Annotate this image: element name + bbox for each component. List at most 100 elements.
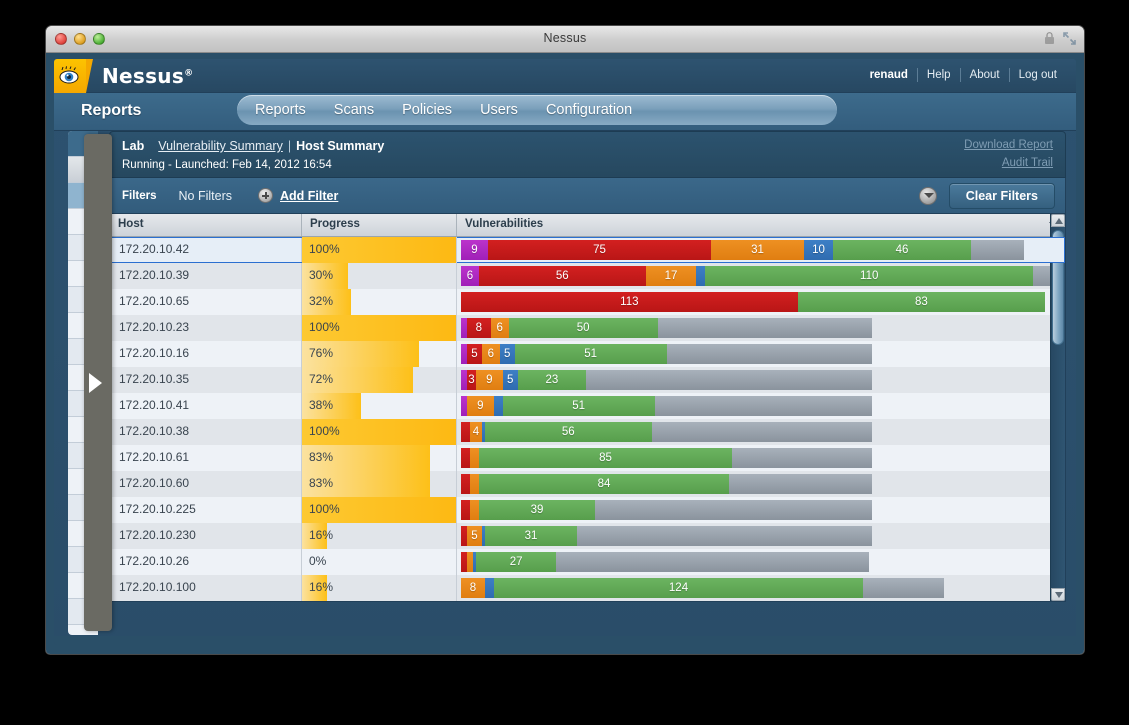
logout-link[interactable]: Log out	[1010, 69, 1066, 81]
vulnerability-segment-high[interactable]: 113	[461, 292, 798, 312]
vulnerability-segment-low[interactable]: 5	[502, 370, 518, 390]
audit-trail-link[interactable]: Audit Trail	[964, 157, 1053, 169]
vulnerability-segment-high[interactable]: 56	[478, 266, 646, 286]
table-row[interactable]: 172.20.10.41 38% 9 51	[110, 393, 1065, 419]
vulnerability-segment-high[interactable]	[461, 474, 470, 494]
vulnerability-segment-high[interactable]	[461, 448, 470, 468]
vulnerability-segment-open[interactable]	[586, 370, 873, 390]
vulnerability-segment-open[interactable]	[556, 552, 870, 572]
vulnerability-segment-high[interactable]: 8	[466, 318, 491, 338]
fullscreen-icon[interactable]	[1063, 32, 1076, 45]
breadcrumb-vulnerability-summary[interactable]: Vulnerability Summary	[158, 139, 283, 153]
clear-filters-button[interactable]: Clear Filters	[948, 183, 1055, 209]
vulnerability-segment-crit[interactable]: 6	[461, 266, 479, 286]
vulnerability-segment-info[interactable]: 83	[797, 292, 1046, 312]
table-row[interactable]: 172.20.10.230 16% 5 31	[110, 523, 1065, 549]
vulnerability-segment-info[interactable]: 110	[705, 266, 1034, 286]
vulnerability-segment-high[interactable]	[461, 500, 470, 520]
vulnerability-segment-low[interactable]	[696, 266, 706, 286]
vulnerability-segment-med[interactable]: 6	[490, 318, 509, 338]
table-row[interactable]: 172.20.10.100 16% 8 124	[110, 575, 1065, 601]
help-link[interactable]: Help	[918, 69, 960, 81]
vulnerability-segment-med[interactable]: 17	[645, 266, 697, 286]
progress-value: 72%	[309, 372, 334, 386]
vulnerability-segment-low[interactable]: 10	[803, 240, 834, 260]
collapsed-side-panel[interactable]	[68, 131, 113, 635]
vulnerability-segment-open[interactable]	[577, 526, 873, 546]
vulnerability-segment-med[interactable]	[469, 448, 479, 468]
vulnerability-segment-open[interactable]	[863, 578, 944, 598]
vulnerability-segment-open[interactable]	[729, 474, 873, 494]
vulnerability-segment-info[interactable]: 31	[484, 526, 578, 546]
vulnerability-segment-med[interactable]: 9	[466, 396, 494, 416]
table-row[interactable]: 172.20.10.65 32% 113 83	[110, 289, 1065, 315]
vulnerability-segment-info[interactable]: 56	[484, 422, 652, 442]
table-row[interactable]: 172.20.10.225 100% 39	[110, 497, 1065, 523]
vulnerability-bar: 84	[461, 474, 1051, 494]
cell-progress: 100%	[302, 315, 457, 341]
table-row[interactable]: 172.20.10.16 76% 5 6 5 51	[110, 341, 1065, 367]
table-row[interactable]: 172.20.10.39 30% 6 56 17 110	[110, 263, 1065, 289]
vulnerability-segment-low[interactable]	[484, 578, 494, 598]
vulnerability-segment-open[interactable]	[657, 318, 873, 338]
vulnerability-segment-med[interactable]: 5	[466, 526, 482, 546]
chevron-down-circle-icon[interactable]	[918, 187, 937, 205]
table-row[interactable]: 172.20.10.23 100% 8 6 50	[110, 315, 1065, 341]
vulnerability-segment-crit[interactable]: 9	[461, 240, 488, 260]
column-header-vulnerabilities[interactable]: Vulnerabilities	[457, 214, 1065, 236]
vulnerability-segment-info[interactable]: 85	[478, 448, 733, 468]
about-link[interactable]: About	[961, 69, 1009, 81]
column-header-host[interactable]: Host	[110, 214, 302, 236]
vulnerability-segment-high[interactable]	[461, 422, 470, 442]
download-report-link[interactable]: Download Report	[964, 139, 1053, 151]
table-row[interactable]: 172.20.10.35 72% 3 9 5 23	[110, 367, 1065, 393]
tab-scans[interactable]: Scans	[334, 102, 374, 118]
vulnerability-segment-high[interactable]: 5	[466, 344, 482, 364]
vulnerability-segment-med[interactable]	[469, 474, 479, 494]
table-row[interactable]: 172.20.10.26 0% 27	[110, 549, 1065, 575]
vulnerability-segment-med[interactable]: 9	[475, 370, 503, 390]
scroll-down-button[interactable]	[1051, 588, 1065, 601]
vulnerability-segment-info[interactable]: 51	[514, 344, 667, 364]
vulnerability-segment-low[interactable]: 5	[499, 344, 515, 364]
table-row[interactable]: 172.20.10.38 100% 4 56	[110, 419, 1065, 445]
vulnerability-segment-high[interactable]: 3	[466, 370, 476, 390]
vulnerability-segment-info[interactable]: 51	[502, 396, 655, 416]
vulnerability-segment-info[interactable]: 50	[508, 318, 658, 338]
add-filter-button[interactable]: Add Filter	[258, 188, 338, 203]
vulnerability-segment-low[interactable]	[493, 396, 503, 416]
segment-count: 3	[468, 374, 475, 386]
table-row[interactable]: 172.20.10.42 100% 9 75 31 10 46	[110, 237, 1065, 263]
vulnerability-segment-info[interactable]: 124	[493, 578, 864, 598]
vulnerability-segment-info[interactable]: 27	[475, 552, 557, 572]
column-header-progress[interactable]: Progress	[302, 214, 457, 236]
vulnerability-segment-open[interactable]	[654, 396, 873, 416]
table-row[interactable]: 172.20.10.60 83% 84	[110, 471, 1065, 497]
table-row[interactable]: 172.20.10.61 83% 85	[110, 445, 1065, 471]
vulnerability-segment-open[interactable]	[1033, 266, 1051, 286]
current-user[interactable]: renaud	[861, 69, 917, 81]
tab-reports[interactable]: Reports	[255, 102, 306, 118]
vulnerability-segment-med[interactable]	[469, 500, 479, 520]
vulnerability-segment-high[interactable]: 75	[487, 240, 712, 260]
tab-users[interactable]: Users	[480, 102, 518, 118]
vulnerability-segment-open[interactable]	[732, 448, 873, 468]
vulnerability-segment-med[interactable]: 6	[481, 344, 500, 364]
tab-policies[interactable]: Policies	[402, 102, 452, 118]
scroll-up-button[interactable]	[1051, 214, 1065, 227]
vulnerability-segment-info[interactable]: 39	[478, 500, 596, 520]
vulnerability-segment-open[interactable]	[970, 240, 1025, 260]
vulnerability-segment-open[interactable]	[666, 344, 873, 364]
vulnerability-segment-med[interactable]: 8	[461, 578, 485, 598]
vulnerability-segment-info[interactable]: 46	[833, 240, 971, 260]
vulnerability-segment-info[interactable]: 84	[478, 474, 730, 494]
vulnerability-segment-open[interactable]	[595, 500, 873, 520]
segment-count: 8	[469, 582, 477, 594]
vulnerability-segment-med[interactable]: 31	[711, 240, 804, 260]
vulnerability-segment-med[interactable]: 4	[469, 422, 482, 442]
vulnerability-segment-info[interactable]: 23	[517, 370, 587, 390]
vulnerability-segment-open[interactable]	[651, 422, 873, 442]
expand-panel-arrow-icon[interactable]	[89, 373, 102, 393]
tab-configuration[interactable]: Configuration	[546, 102, 632, 118]
vertical-scrollbar[interactable]	[1050, 214, 1065, 601]
